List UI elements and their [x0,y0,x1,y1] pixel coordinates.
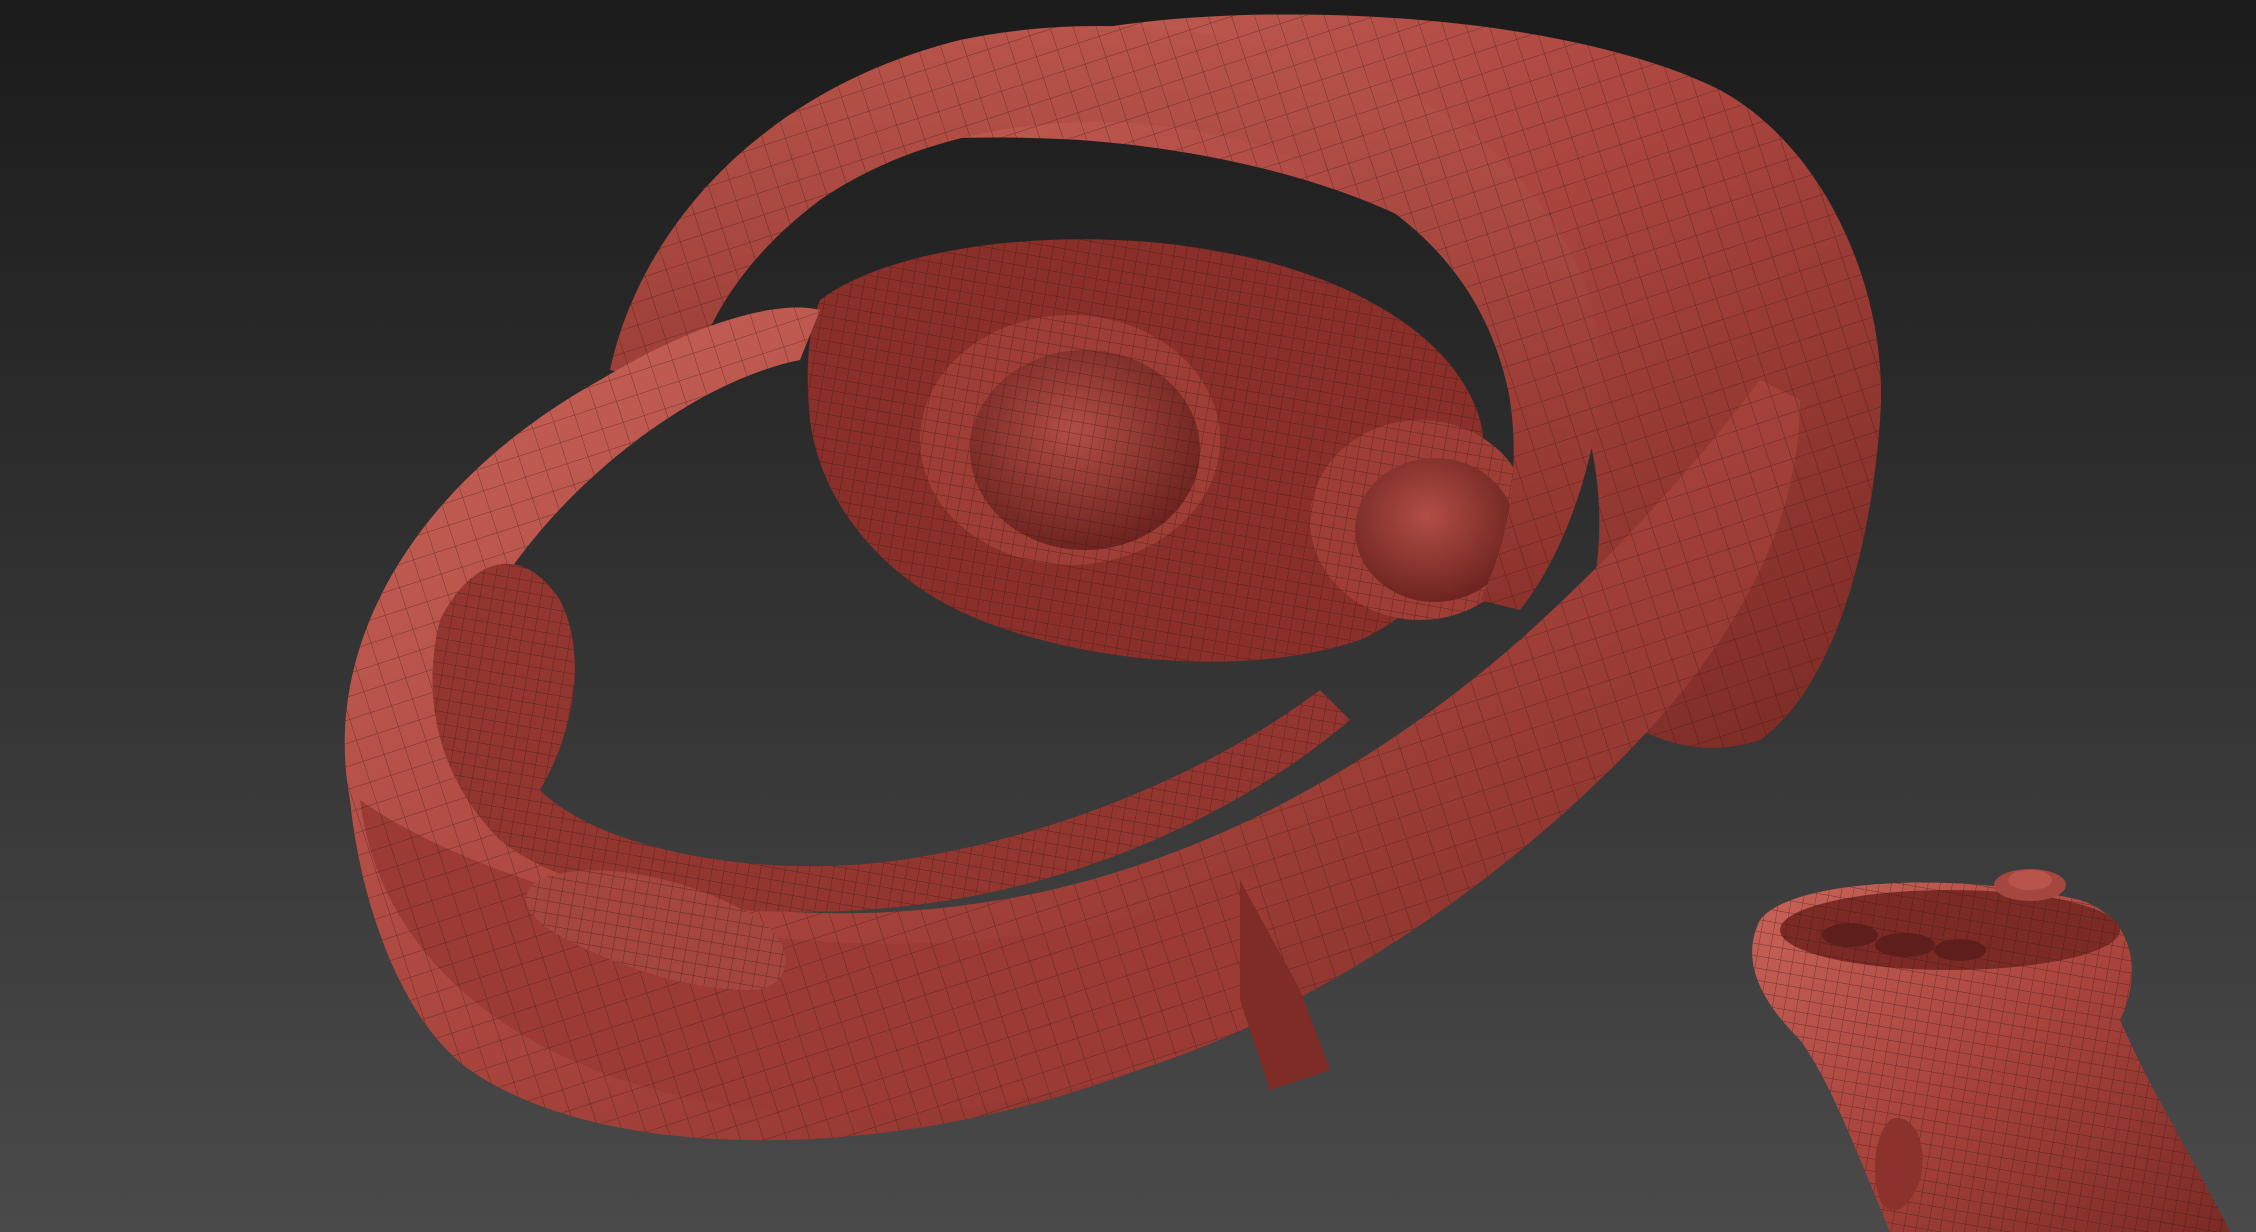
3d-viewport[interactable] [0,0,2256,1232]
controller-button-a [1822,923,1878,947]
viewport-canvas [0,0,2256,1232]
controller-button-b [1875,933,1935,957]
controller-button-c [1934,939,1986,961]
